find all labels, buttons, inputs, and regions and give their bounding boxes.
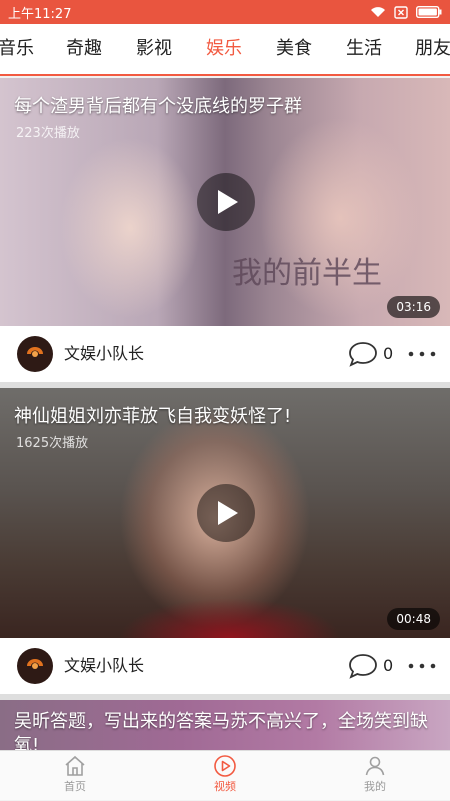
comment-icon[interactable] <box>348 341 378 367</box>
author-name[interactable]: 文娱小队长 <box>64 326 144 382</box>
avatar-logo-icon <box>27 347 43 357</box>
nav-mine-label: 我的 <box>364 780 386 793</box>
status-icons <box>370 5 442 19</box>
video-card[interactable]: 吴昕答题，写出来的答案马苏不高兴了，全场笑到缺氧! <box>0 700 450 750</box>
more-icon[interactable] <box>408 351 436 357</box>
video-thumbnail[interactable]: 神仙姐姐刘亦菲放飞自我变妖怪了! 1625次播放 00:48 <box>0 388 450 638</box>
tab-film[interactable]: 影视 <box>136 24 172 74</box>
status-time: 上午11:27 <box>8 6 72 22</box>
video-feed: 我的前半生 每个渣男背后都有个没底线的罗子群 223次播放 03:16 文娱小队… <box>0 78 450 750</box>
nav-home-label: 首页 <box>64 780 86 793</box>
comment-count: 0 <box>383 656 394 675</box>
avatar-logo-icon <box>27 659 43 669</box>
video-duration: 00:48 <box>387 608 440 630</box>
user-icon <box>365 756 385 776</box>
tab-food[interactable]: 美食 <box>276 24 312 74</box>
video-title: 每个渣男背后都有个没底线的罗子群 <box>14 96 302 117</box>
nav-video[interactable]: 视频 <box>180 751 270 801</box>
no-sim-icon <box>394 5 408 19</box>
video-card[interactable]: 我的前半生 每个渣男背后都有个没底线的罗子群 223次播放 03:16 文娱小队… <box>0 78 450 382</box>
video-thumbnail[interactable]: 吴昕答题，写出来的答案马苏不高兴了，全场笑到缺氧! <box>0 700 450 750</box>
tab-music[interactable]: 音乐 <box>0 24 34 74</box>
video-duration: 03:16 <box>387 296 440 318</box>
video-thumbnail[interactable]: 我的前半生 每个渣男背后都有个没底线的罗子群 223次播放 03:16 <box>0 78 450 326</box>
tab-life[interactable]: 生活 <box>346 24 382 74</box>
battery-icon <box>416 6 442 18</box>
video-meta: 文娱小队长 0 <box>0 638 450 694</box>
nav-mine[interactable]: 我的 <box>330 751 420 801</box>
video-meta: 文娱小队长 0 <box>0 326 450 382</box>
more-icon[interactable] <box>408 663 436 669</box>
play-count: 1625次播放 <box>16 436 89 451</box>
video-play-icon <box>214 755 236 777</box>
home-icon <box>65 755 85 776</box>
comment-icon[interactable] <box>348 653 378 679</box>
tab-fun[interactable]: 奇趣 <box>66 24 102 74</box>
video-title: 神仙姐姐刘亦菲放飞自我变妖怪了! <box>14 406 292 427</box>
red-dress <box>120 578 340 638</box>
tab-friends[interactable]: 朋友 <box>415 24 450 74</box>
overlay-text: 我的前半生 <box>232 256 382 291</box>
play-icon <box>218 190 238 214</box>
category-tabs: 音乐 奇趣 影视 娱乐 美食 生活 朋友 <box>0 24 450 76</box>
play-count: 223次播放 <box>16 126 80 141</box>
nav-video-label: 视频 <box>214 780 236 793</box>
wifi-icon <box>371 7 385 17</box>
author-name[interactable]: 文娱小队长 <box>64 638 144 694</box>
status-bar: 上午11:27 <box>0 0 450 24</box>
bottom-nav: 首页 视频 我的 <box>0 750 450 800</box>
nav-home[interactable]: 首页 <box>30 751 120 801</box>
avatar[interactable] <box>17 648 53 684</box>
play-button[interactable] <box>197 173 255 231</box>
play-icon <box>218 501 238 525</box>
video-title: 吴昕答题，写出来的答案马苏不高兴了，全场笑到缺氧! <box>14 711 428 750</box>
play-button[interactable] <box>197 484 255 542</box>
avatar[interactable] <box>17 336 53 372</box>
tab-entertainment[interactable]: 娱乐 <box>206 24 242 74</box>
comment-count: 0 <box>383 344 394 363</box>
video-card[interactable]: 神仙姐姐刘亦菲放飞自我变妖怪了! 1625次播放 00:48 文娱小队长 0 <box>0 388 450 694</box>
